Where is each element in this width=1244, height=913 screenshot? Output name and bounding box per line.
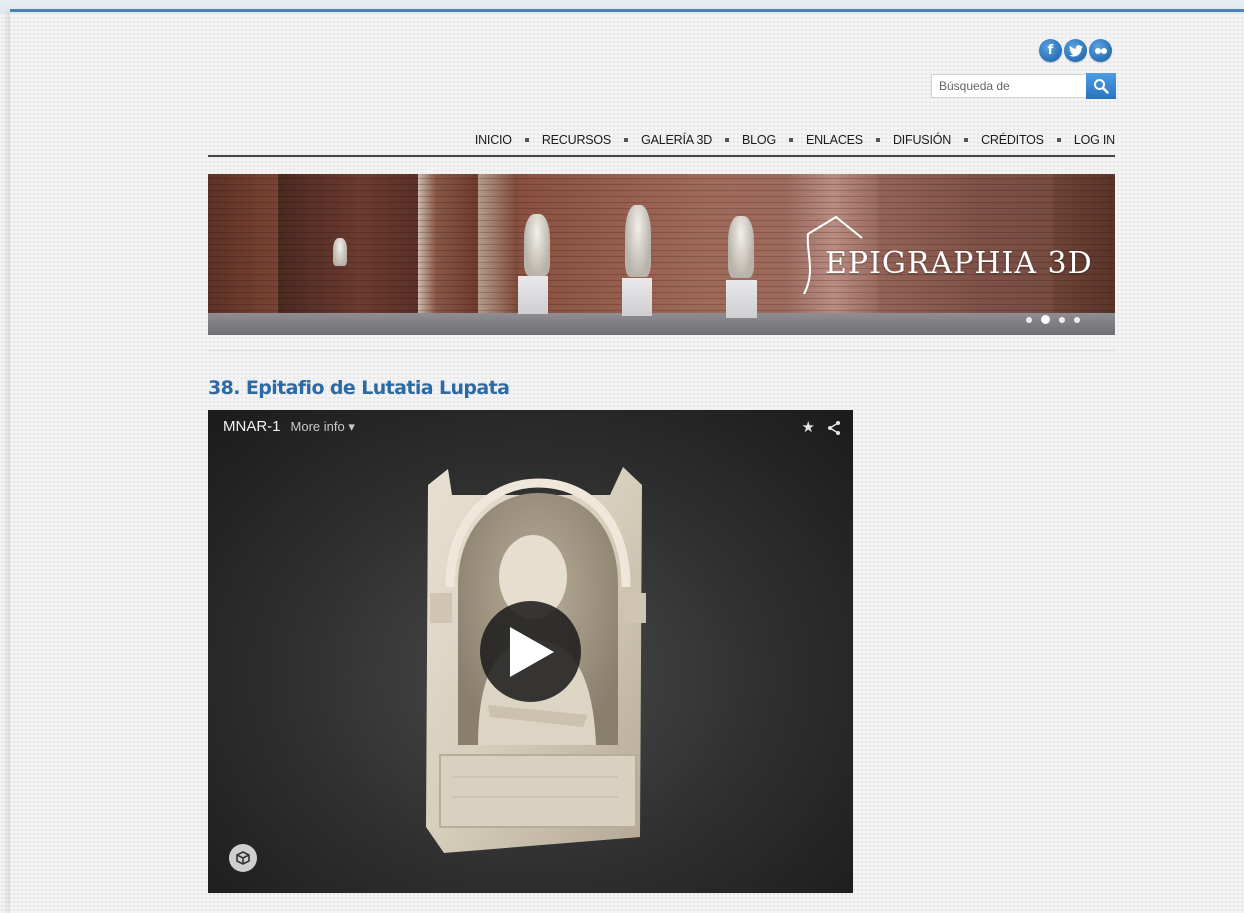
statue	[524, 214, 550, 276]
pedestal	[622, 278, 652, 316]
search-form	[931, 73, 1116, 99]
search-icon	[1094, 79, 1109, 94]
model-viewer[interactable]: MNAR-1 More info ▾ ★	[208, 410, 853, 893]
nav-item-difusion[interactable]: DIFUSIÓN	[893, 133, 951, 147]
nav-item-galeria-3d[interactable]: GALERÍA 3D	[641, 133, 712, 147]
pedestal	[518, 276, 548, 314]
nav-separator	[788, 138, 793, 142]
facebook-letter: f	[1047, 43, 1054, 58]
museum-floor	[208, 313, 1115, 335]
slider-dot[interactable]	[1059, 316, 1065, 323]
star-icon[interactable]: ★	[802, 418, 815, 436]
statue	[625, 205, 651, 277]
nav-separator	[1056, 138, 1061, 142]
model-name[interactable]: MNAR-1	[223, 418, 281, 435]
nav-item-enlaces[interactable]: ENLACES	[806, 133, 863, 147]
caret-down-icon: ▾	[348, 419, 355, 434]
sketchfab-logo-icon[interactable]	[229, 844, 257, 872]
play-icon	[509, 626, 554, 677]
banner-logo-text: EPIGRAPHIA 3D	[825, 246, 1093, 281]
nav-item-recursos[interactable]: RECURSOS	[542, 133, 611, 147]
slider-dots	[1026, 315, 1080, 324]
slider-dot-active[interactable]	[1041, 315, 1050, 324]
play-button[interactable]	[480, 601, 581, 702]
content-divider	[208, 350, 1115, 351]
statue	[728, 216, 754, 278]
nav-divider	[208, 155, 1115, 157]
social-links: f	[1039, 39, 1112, 62]
viewer-header: MNAR-1 More info ▾	[223, 418, 355, 435]
slider-dot[interactable]	[1026, 316, 1032, 323]
pedestal	[726, 280, 757, 318]
more-info-toggle[interactable]: More info ▾	[291, 419, 355, 435]
nav-separator	[964, 138, 969, 142]
nav-separator	[624, 138, 629, 142]
more-info-label: More info	[290, 419, 345, 434]
main-nav: INICIO RECURSOS GALERÍA 3D BLOG ENLACES …	[208, 133, 1115, 147]
search-button[interactable]	[1086, 73, 1116, 99]
article-title[interactable]: 38. Epitafio de Lutatia Lupata	[208, 377, 510, 399]
slider-dot[interactable]	[1074, 316, 1080, 323]
nav-item-log-in[interactable]: LOG IN	[1074, 133, 1115, 147]
viewer-actions: ★	[802, 418, 841, 436]
nav-item-blog[interactable]: BLOG	[742, 133, 776, 147]
search-input[interactable]	[931, 74, 1086, 98]
share-icon[interactable]	[827, 420, 841, 436]
nav-separator	[875, 138, 880, 142]
nav-item-inicio[interactable]: INICIO	[475, 133, 512, 147]
twitter-icon[interactable]	[1064, 39, 1087, 62]
nav-separator	[725, 138, 730, 142]
nav-separator	[524, 138, 529, 142]
flickr-icon[interactable]	[1089, 39, 1112, 62]
facebook-icon[interactable]: f	[1039, 39, 1062, 62]
statue	[333, 238, 347, 266]
nav-item-creditos[interactable]: CRÉDITOS	[981, 133, 1044, 147]
hero-banner[interactable]: EPIGRAPHIA 3D	[208, 174, 1115, 335]
